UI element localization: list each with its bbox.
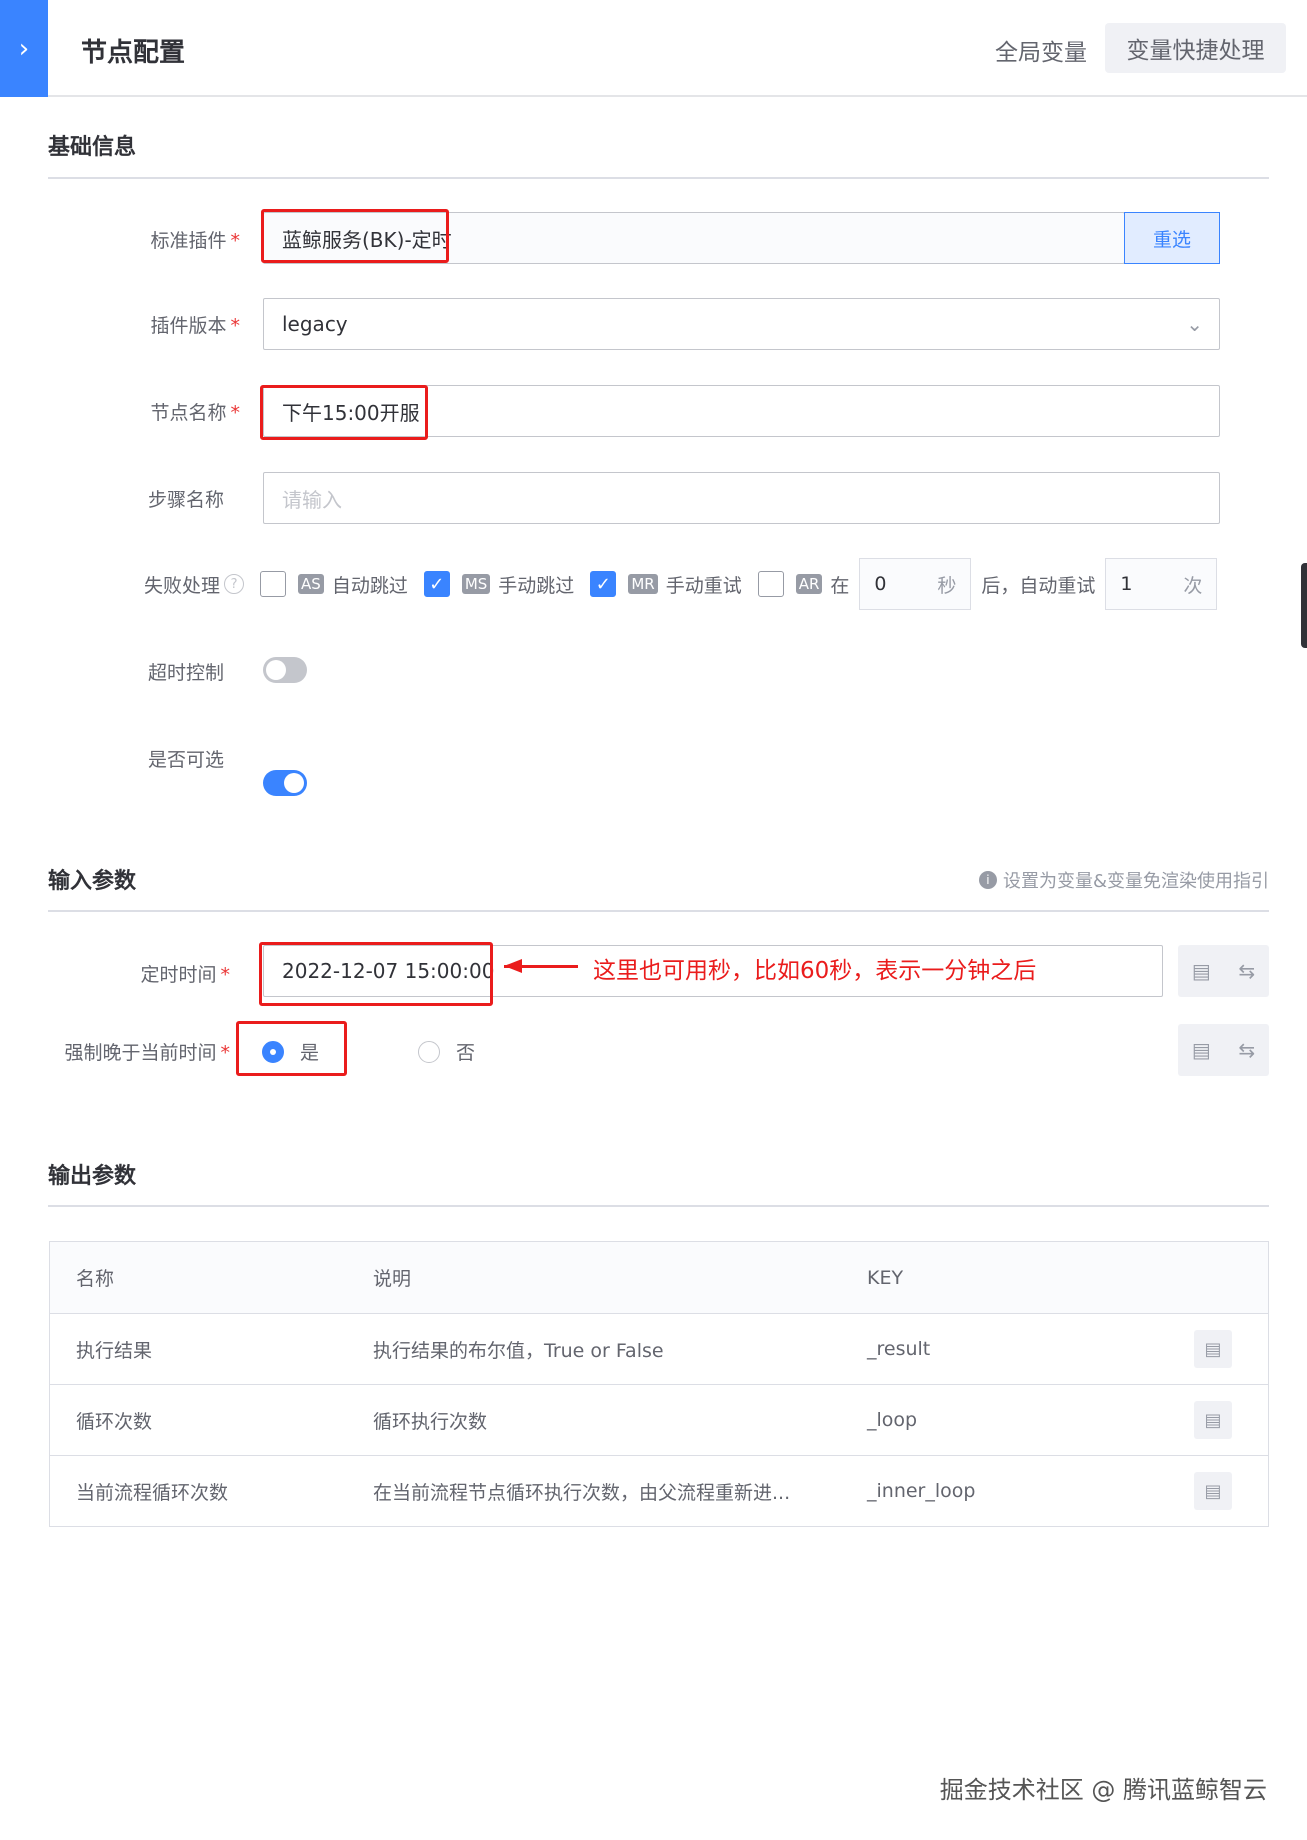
table-row: 执行结果 执行结果的布尔值，True or False _result ▤	[50, 1313, 1268, 1384]
auto-retry-label: 在	[830, 574, 850, 597]
failure-handling-row: 失败处理 ? AS 自动跳过 ✓ MS 手动跳过 ✓ MR 手动重试 AR 在 0秒 后，自…	[144, 558, 1223, 610]
help-icon[interactable]: ?	[224, 574, 245, 594]
guide-link[interactable]: i 设置为变量&变量免渲染使用指引	[978, 867, 1269, 893]
manual-skip-checkbox[interactable]: ✓	[423, 571, 450, 597]
var-actions: ▤ ⇆	[1178, 1024, 1269, 1076]
chevron-down-icon: ⌄	[1186, 312, 1203, 336]
divider	[48, 910, 1269, 912]
basic-info-heading: 基础信息	[48, 135, 137, 160]
auto-retry-checkbox[interactable]	[757, 571, 784, 597]
node-name-label: 节点名称 *	[150, 402, 240, 424]
highlight-box	[259, 942, 493, 1006]
info-icon: i	[978, 871, 997, 889]
page-title: 节点配置	[81, 38, 186, 68]
retry-times-input[interactable]: 1次	[1105, 558, 1218, 610]
set-variable-icon[interactable]: ▤	[1194, 1401, 1232, 1439]
highlight-box	[261, 209, 449, 263]
force-no-radio[interactable]: 否	[418, 1038, 475, 1065]
version-label: 插件版本 *	[150, 315, 240, 337]
table-row: 当前流程循环次数 在当前流程节点循环执行次数，由父流程重新进... _inner_l…	[50, 1455, 1268, 1526]
retry-seconds-input[interactable]: 0秒	[859, 558, 972, 610]
auto-skip-checkbox[interactable]	[260, 571, 287, 597]
var-actions: ▤ ⇆	[1178, 945, 1269, 997]
table-row: 循环次数 循环执行次数 _loop ▤	[50, 1384, 1268, 1455]
highlight-box	[236, 1021, 347, 1076]
force-later-label: 强制晚于当前时间 *	[64, 1042, 230, 1064]
auto-skip-label: 自动跳过	[331, 574, 408, 597]
timer-label: 定时时间 *	[140, 964, 230, 986]
as-tag: AS	[298, 574, 324, 594]
cell-desc: 执行结果的布尔值，True or False	[373, 1339, 664, 1362]
manual-retry-checkbox[interactable]: ✓	[590, 571, 617, 597]
failure-label: 失败处理	[144, 574, 221, 597]
arrow-head-icon	[504, 959, 522, 973]
radio-no[interactable]	[418, 1040, 440, 1063]
scrollbar[interactable]	[1301, 563, 1307, 648]
variable-render-icon[interactable]: ⇆	[1238, 1038, 1255, 1062]
cell-name: 循环次数	[76, 1410, 153, 1433]
col-name: 名称	[76, 1268, 115, 1290]
expand-sidebar-button[interactable]: ›	[0, 0, 48, 97]
set-variable-icon[interactable]: ▤	[1194, 1472, 1232, 1510]
cell-name: 当前流程循环次数	[76, 1481, 229, 1504]
timeout-label: 超时控制	[147, 662, 224, 684]
col-desc: 说明	[373, 1268, 412, 1290]
divider	[48, 1205, 1269, 1207]
ar-tag: AR	[795, 574, 823, 594]
quick-vars-button[interactable]: 变量快捷处理	[1105, 23, 1286, 73]
version-select[interactable]: legacy ⌄	[263, 298, 1220, 350]
cell-key: _loop	[867, 1409, 918, 1431]
col-key: KEY	[867, 1266, 904, 1289]
set-variable-icon[interactable]: ▤	[1194, 1330, 1232, 1368]
reselect-button[interactable]: 重选	[1124, 212, 1220, 264]
optional-label: 是否可选	[147, 749, 224, 771]
step-name-input[interactable]: 请输入	[263, 472, 1220, 524]
set-variable-icon[interactable]: ▤	[1192, 959, 1211, 983]
chevron-right-icon: ›	[18, 33, 30, 64]
variable-render-icon[interactable]: ⇆	[1238, 959, 1255, 983]
no-label: 否	[456, 1042, 476, 1064]
output-table: 名称 说明 KEY 执行结果 执行结果的布尔值，True or False _resul…	[49, 1241, 1269, 1527]
cell-key: _inner_loop	[867, 1480, 976, 1502]
output-params-heading: 输出参数	[48, 1164, 137, 1189]
manual-skip-label: 手动跳过	[498, 574, 575, 597]
after-label: 后，自动重试	[981, 574, 1096, 597]
mr-tag: MR	[628, 574, 658, 594]
ms-tag: MS	[461, 574, 491, 594]
divider	[48, 177, 1269, 179]
highlight-box	[260, 385, 428, 440]
manual-retry-label: 手动重试	[665, 574, 742, 597]
set-variable-icon[interactable]: ▤	[1192, 1038, 1211, 1062]
cell-desc: 循环执行次数	[373, 1410, 488, 1433]
input-params-heading: 输入参数	[48, 869, 137, 894]
timeout-toggle[interactable]	[263, 657, 307, 683]
cell-desc: 在当前流程节点循环执行次数，由父流程重新进...	[373, 1481, 791, 1504]
annotation-text: 这里也可用秒，比如60秒，表示一分钟之后	[593, 958, 1037, 984]
cell-name: 执行结果	[76, 1339, 153, 1362]
table-header: 名称 说明 KEY	[50, 1242, 1268, 1313]
global-vars-link[interactable]: 全局变量	[995, 33, 1087, 67]
optional-toggle[interactable]	[263, 770, 307, 796]
watermark: 掘金技术社区 @ 腾讯蓝鲸智云	[939, 1776, 1267, 1804]
plugin-label: 标准插件 *	[150, 230, 240, 252]
step-name-label: 步骤名称	[147, 489, 224, 511]
cell-key: _result	[867, 1338, 931, 1360]
